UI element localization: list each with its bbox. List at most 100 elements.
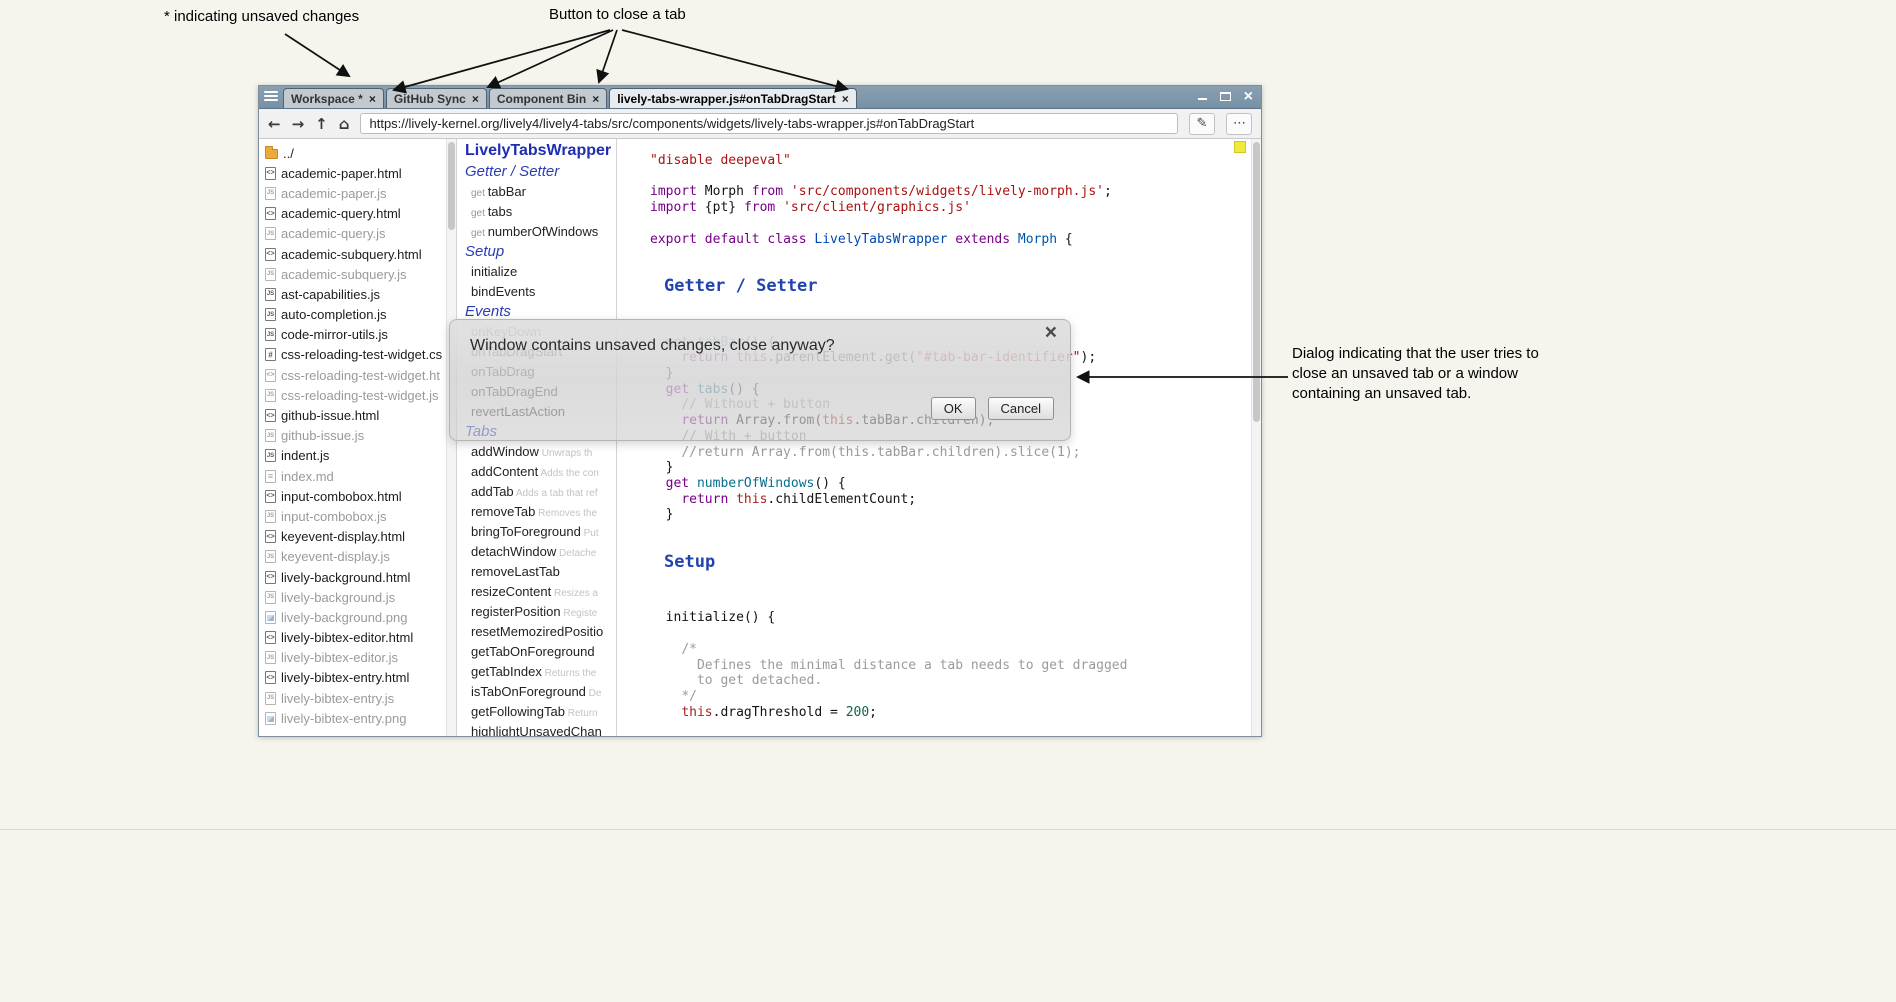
file-item[interactable]: lively-background.html	[259, 567, 456, 587]
outline-item-removetab[interactable]: removeTab Removes the	[465, 502, 616, 522]
ok-button[interactable]: OK	[931, 397, 976, 420]
maximize-button[interactable]	[1220, 89, 1231, 101]
more-options-button[interactable]: ⋯	[1226, 113, 1252, 135]
up-button[interactable]: ↑	[315, 115, 328, 133]
outline-item-registerposition[interactable]: registerPosition Registe	[465, 602, 616, 622]
code-line: }	[650, 460, 1261, 476]
file-item[interactable]: academic-query.js	[259, 224, 456, 244]
dialog-buttons: OK Cancel	[931, 397, 1054, 420]
window-close-button[interactable]: ×	[1244, 89, 1253, 104]
file-item[interactable]: auto-completion.js	[259, 305, 456, 325]
back-button[interactable]: ←	[268, 115, 281, 133]
file-item[interactable]: keyevent-display.js	[259, 547, 456, 567]
dialog-close-icon[interactable]: ×	[1045, 322, 1057, 343]
file-item[interactable]: lively-bibtex-entry.js	[259, 688, 456, 708]
file-item[interactable]: academic-paper.html	[259, 163, 456, 183]
tab-label: lively-tabs-wrapper.js#onTabDragStart	[617, 92, 836, 106]
code-line: "disable deepeval"	[650, 153, 1261, 169]
file-item[interactable]: lively-background.js	[259, 587, 456, 607]
outline-item-bringtoforeground[interactable]: bringToForeground Put	[465, 522, 616, 542]
file-name: lively-bibtex-entry.png	[281, 711, 406, 726]
file-item[interactable]: ast-capabilities.js	[259, 284, 456, 304]
outline-item-removelasttab[interactable]: removeLastTab	[465, 562, 616, 582]
file-item[interactable]: lively-bibtex-editor.js	[259, 648, 456, 668]
outline-item-detachwindow[interactable]: detachWindow Detache	[465, 542, 616, 562]
file-name: css-reloading-test-widget.js	[281, 388, 439, 403]
js-file-icon	[265, 187, 276, 200]
outline-item-initialize[interactable]: initialize	[465, 262, 616, 282]
outline-item-addwindow[interactable]: addWindow Unwraps th	[465, 442, 616, 462]
file-item[interactable]: lively-bibtex-entry.png	[259, 708, 456, 728]
tab-github-sync[interactable]: GitHub Sync×	[386, 88, 487, 108]
outline-item-gettabonforeground[interactable]: getTabOnForeground	[465, 642, 616, 662]
tab-close-icon[interactable]: ×	[592, 93, 599, 105]
file-item[interactable]: academic-subquery.html	[259, 244, 456, 264]
tab-close-icon[interactable]: ×	[472, 93, 479, 105]
file-name: academic-paper.html	[281, 166, 402, 181]
outline-item-gettabindex[interactable]: getTabIndex Returns the	[465, 662, 616, 682]
outline-item-resizecontent[interactable]: resizeContent Resizes a	[465, 582, 616, 602]
js-file-icon	[265, 591, 276, 604]
outline-item-name: resizeContent	[471, 584, 551, 599]
home-button[interactable]: ⌂	[339, 115, 350, 133]
code-line: Getter / Setter	[650, 275, 1261, 297]
outline-item-resetmemoziredpositio[interactable]: resetMemoziredPositio	[465, 622, 616, 642]
code-line: to get detached.	[650, 673, 1261, 689]
desktop: * indicating unsaved changes Button to c…	[0, 0, 1896, 1002]
menu-icon[interactable]	[264, 91, 278, 101]
outline-item-tabs[interactable]: get tabs	[465, 202, 616, 222]
file-item[interactable]: input-combobox.js	[259, 506, 456, 526]
file-item[interactable]: lively-background.png	[259, 607, 456, 627]
scrollbar-thumb[interactable]	[448, 142, 455, 230]
file-item[interactable]: academic-paper.js	[259, 183, 456, 203]
window-titlebar[interactable]: Workspace *×GitHub Sync×Component Bin×li…	[259, 86, 1261, 109]
tab-lively-tabs-wrapper-js-ontabdragstart[interactable]: lively-tabs-wrapper.js#onTabDragStart ×	[609, 88, 857, 108]
file-item[interactable]: css-reloading-test-widget.js	[259, 385, 456, 405]
outline-item-addcontent[interactable]: addContent Adds the con	[465, 462, 616, 482]
code-line	[650, 247, 1261, 263]
md-file-icon	[265, 470, 276, 483]
outline-section-getter-setter[interactable]: Getter / Setter	[465, 162, 616, 182]
file-item[interactable]: ../	[259, 143, 456, 163]
cancel-button[interactable]: Cancel	[988, 397, 1054, 420]
file-item[interactable]: css-reloading-test-widget.ht	[259, 365, 456, 385]
file-item[interactable]: academic-query.html	[259, 204, 456, 224]
code-line: return this.childElementCount;	[650, 492, 1261, 508]
scrollbar-thumb[interactable]	[1253, 142, 1260, 422]
code-line: */	[650, 689, 1261, 705]
outline-item-addtab[interactable]: addTab Adds a tab that ref	[465, 482, 616, 502]
file-item[interactable]: code-mirror-utils.js	[259, 325, 456, 345]
file-item[interactable]: index.md	[259, 466, 456, 486]
tab-workspace[interactable]: Workspace *×	[283, 88, 384, 108]
outline-item-bindevents[interactable]: bindEvents	[465, 282, 616, 302]
outline-item-doc-hint: Put	[581, 528, 599, 539]
edit-pencil-button[interactable]: ✎	[1189, 113, 1215, 135]
outline-section-setup[interactable]: Setup	[465, 242, 616, 262]
file-item[interactable]: keyevent-display.html	[259, 527, 456, 547]
outline-item-doc-hint: Detache	[556, 548, 596, 559]
minimize-button[interactable]	[1198, 89, 1207, 100]
outline-item-tabbar[interactable]: get tabBar	[465, 182, 616, 202]
file-item[interactable]: lively-bibtex-entry.html	[259, 668, 456, 688]
file-item[interactable]: github-issue.html	[259, 405, 456, 425]
file-item[interactable]: css-reloading-test-widget.cs	[259, 345, 456, 365]
outline-item-istabonforeground[interactable]: isTabOnForeground De	[465, 682, 616, 702]
outline-item-name: isTabOnForeground	[471, 684, 586, 699]
file-item[interactable]: input-combobox.html	[259, 486, 456, 506]
outline-item-name: numberOfWindows	[488, 224, 599, 239]
file-name: lively-bibtex-entry.js	[281, 691, 394, 706]
tab-close-icon[interactable]: ×	[369, 93, 376, 105]
js-file-icon	[265, 288, 276, 301]
outline-item-numberofwindows[interactable]: get numberOfWindows	[465, 222, 616, 242]
tab-close-icon[interactable]: ×	[842, 93, 849, 105]
code-scrollbar[interactable]	[1251, 139, 1261, 736]
file-item[interactable]: github-issue.js	[259, 426, 456, 446]
file-item[interactable]: academic-subquery.js	[259, 264, 456, 284]
file-item[interactable]: indent.js	[259, 446, 456, 466]
tab-component-bin[interactable]: Component Bin×	[489, 88, 607, 108]
outline-item-highlightunsavedchan[interactable]: highlightUnsavedChan	[465, 722, 616, 736]
outline-item-getfollowingtab[interactable]: getFollowingTab Return	[465, 702, 616, 722]
forward-button[interactable]: →	[292, 115, 305, 133]
file-item[interactable]: lively-bibtex-editor.html	[259, 628, 456, 648]
url-input[interactable]	[360, 113, 1178, 134]
